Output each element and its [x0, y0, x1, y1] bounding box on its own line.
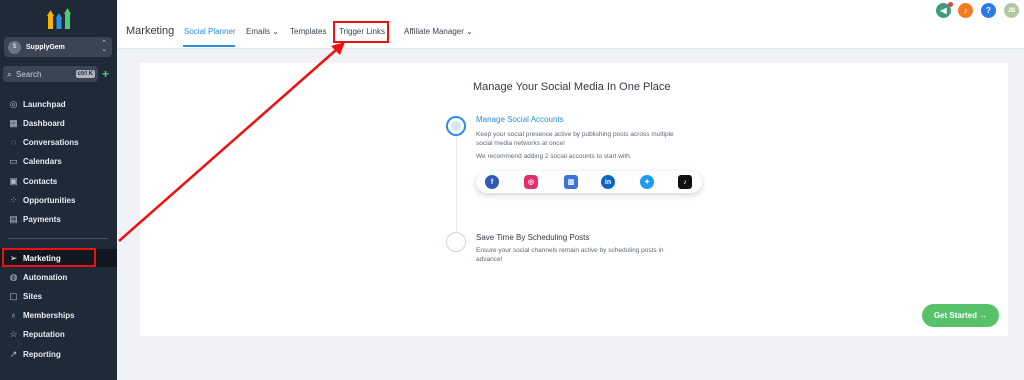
- get-started-button[interactable]: Get Started →: [922, 304, 999, 327]
- content-card: [140, 63, 1008, 336]
- shortcut-badge: ctrl K: [75, 70, 95, 78]
- sidebar-item-label: Launchpad: [23, 99, 66, 109]
- app-logo[interactable]: [47, 7, 71, 29]
- account-avatar: S: [8, 40, 21, 54]
- step-1-recommend: We recommend adding 2 social accounts to…: [476, 153, 632, 160]
- sidebar-item-label: Conversations: [23, 137, 79, 147]
- instagram-icon[interactable]: ◎: [524, 175, 538, 189]
- sidebar-item-reporting[interactable]: ↗ Reporting: [0, 345, 117, 363]
- rocket-icon: ◎: [9, 98, 18, 109]
- highlight-box-marketing: [2, 248, 96, 267]
- step-1-title[interactable]: Manage Social Accounts: [476, 115, 564, 124]
- sidebar-item-label: Payments: [23, 214, 61, 224]
- sidebar-item-memberships[interactable]: ♁ Memberships: [0, 306, 117, 324]
- chart-line-icon: ↗: [9, 348, 18, 359]
- chevron-down-icon: ⌄: [272, 27, 279, 36]
- sidebar-item-label: Dashboard: [23, 118, 65, 128]
- sidebar-item-label: Sites: [23, 291, 43, 301]
- sidebar-item-label: Automation: [23, 272, 68, 282]
- account-name: SupplyGem: [26, 43, 65, 51]
- sidebar-item-label: Contacts: [23, 176, 58, 186]
- active-tab-underline: [183, 45, 235, 47]
- tiktok-icon[interactable]: ♪: [678, 175, 692, 189]
- step-connector: [456, 128, 457, 236]
- notification-dot: [948, 2, 953, 7]
- sidebar-item-sites[interactable]: ▢ Sites: [0, 287, 117, 305]
- user-avatar[interactable]: JB: [1004, 3, 1019, 18]
- step-2-indicator: [446, 232, 466, 252]
- contacts-icon: ▣: [9, 175, 18, 186]
- sites-icon: ▢: [9, 290, 18, 301]
- automation-icon: ◍: [9, 271, 18, 282]
- filter-icon: ⁘: [9, 194, 18, 205]
- search-placeholder: Search: [16, 69, 42, 79]
- updown-chevron-icon: ⌃ ⌄: [101, 40, 107, 53]
- sidebar-item-calendars[interactable]: ▭ Calendars: [0, 152, 117, 170]
- sidebar-item-payments[interactable]: ▤ Payments: [0, 210, 117, 228]
- sidebar-item-dashboard[interactable]: ▦ Dashboard: [0, 114, 117, 132]
- tab-label: Affiliate Manager: [404, 27, 464, 36]
- google-business-icon[interactable]: ▥: [564, 175, 578, 189]
- sidebar-item-contacts[interactable]: ▣ Contacts: [0, 172, 117, 190]
- step-2-title: Save Time By Scheduling Posts: [476, 233, 590, 242]
- tab-templates[interactable]: Templates: [290, 27, 326, 36]
- facebook-icon[interactable]: f: [485, 175, 499, 189]
- bell-icon[interactable]: ♪: [958, 3, 973, 18]
- chat-icon: ◌: [10, 137, 17, 147]
- step-2-desc-line1: Ensure your social channels remain activ…: [476, 247, 664, 254]
- sidebar-item-conversations[interactable]: ◌ Conversations: [0, 133, 117, 151]
- tab-emails[interactable]: Emails ⌄: [246, 27, 279, 36]
- quick-add-button[interactable]: +: [99, 67, 112, 81]
- sidebar-item-opportunities[interactable]: ⁘ Opportunities: [0, 191, 117, 209]
- tab-affiliate-manager[interactable]: Affiliate Manager ⌄: [404, 27, 473, 36]
- grid-icon: ▦: [9, 117, 18, 128]
- sidebar-item-label: Reporting: [23, 349, 61, 359]
- social-accounts-bar: f ◎ ▥ in ✦ ♪: [476, 171, 702, 193]
- linkedin-icon[interactable]: in: [601, 175, 615, 189]
- payment-icon: ▤: [9, 213, 18, 224]
- step-1-desc-line2: social media networks at once!: [476, 140, 565, 147]
- sidebar-divider: [8, 238, 108, 239]
- star-icon: ☆: [9, 328, 18, 339]
- highlight-box-trigger-links: [333, 21, 389, 43]
- twitter-icon[interactable]: ✦: [640, 175, 654, 189]
- sidebar-item-label: Opportunities: [23, 195, 76, 205]
- help-icon[interactable]: ?: [981, 3, 996, 18]
- search-input[interactable]: ⌕ Search ctrl K: [3, 66, 98, 82]
- tab-social-planner[interactable]: Social Planner: [184, 27, 236, 36]
- search-icon: ⌕: [7, 68, 13, 79]
- main-heading: Manage Your Social Media In One Place: [473, 81, 671, 93]
- page-title: Marketing: [126, 25, 175, 37]
- sidebar-item-label: Memberships: [23, 310, 75, 320]
- calendar-icon: ▭: [9, 155, 18, 166]
- sidebar-item-automation[interactable]: ◍ Automation: [0, 268, 117, 286]
- step-1-indicator: [446, 116, 466, 136]
- step-2-desc-line2: advance!: [476, 256, 503, 263]
- sidebar-item-label: Reputation: [23, 329, 65, 339]
- tab-label: Emails: [246, 27, 271, 36]
- account-switcher[interactable]: S SupplyGem ⌃ ⌄: [4, 37, 112, 57]
- step-1-desc-line1: Keep your social presence active by publ…: [476, 131, 674, 138]
- sidebar-item-launchpad[interactable]: ◎ Launchpad: [0, 95, 117, 113]
- membership-icon: ♁: [10, 310, 17, 320]
- chevron-down-icon: ⌄: [466, 27, 473, 36]
- sidebar: S SupplyGem ⌃ ⌄ ⌕ Search ctrl K + ◎ Launch…: [0, 0, 117, 380]
- top-bar: Marketing Social Planner Emails ⌄ Templa…: [117, 0, 1024, 49]
- sidebar-item-label: Calendars: [23, 156, 62, 166]
- sidebar-item-reputation[interactable]: ☆ Reputation: [0, 325, 117, 343]
